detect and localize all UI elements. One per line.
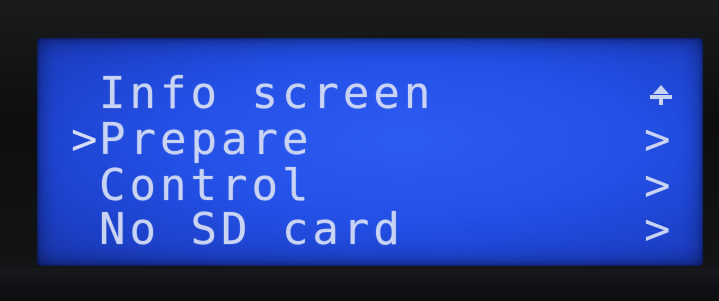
menu-item-prepare[interactable]: > Prepare > <box>37 116 703 164</box>
up-arrow-icon <box>650 85 672 105</box>
chevron-right-icon: > <box>644 114 671 165</box>
menu-item-label: Info screen <box>99 68 435 119</box>
menu-item-label: Control <box>99 160 313 211</box>
selection-cursor-icon: > <box>71 114 98 165</box>
menu-item-info-screen[interactable]: Info screen <box>37 70 703 118</box>
bezel-bottom-edge <box>0 268 719 301</box>
menu-item-no-sd-card[interactable]: No SD card > <box>37 206 703 254</box>
menu-item-label: Prepare <box>99 114 313 165</box>
chevron-right-icon: > <box>644 204 671 255</box>
menu-item-label: No SD card <box>99 204 404 255</box>
menu-item-control[interactable]: Control > <box>37 162 703 210</box>
lcd-screen: Info screen > Prepare > Control > No SD … <box>37 38 703 266</box>
chevron-right-icon: > <box>644 160 671 211</box>
